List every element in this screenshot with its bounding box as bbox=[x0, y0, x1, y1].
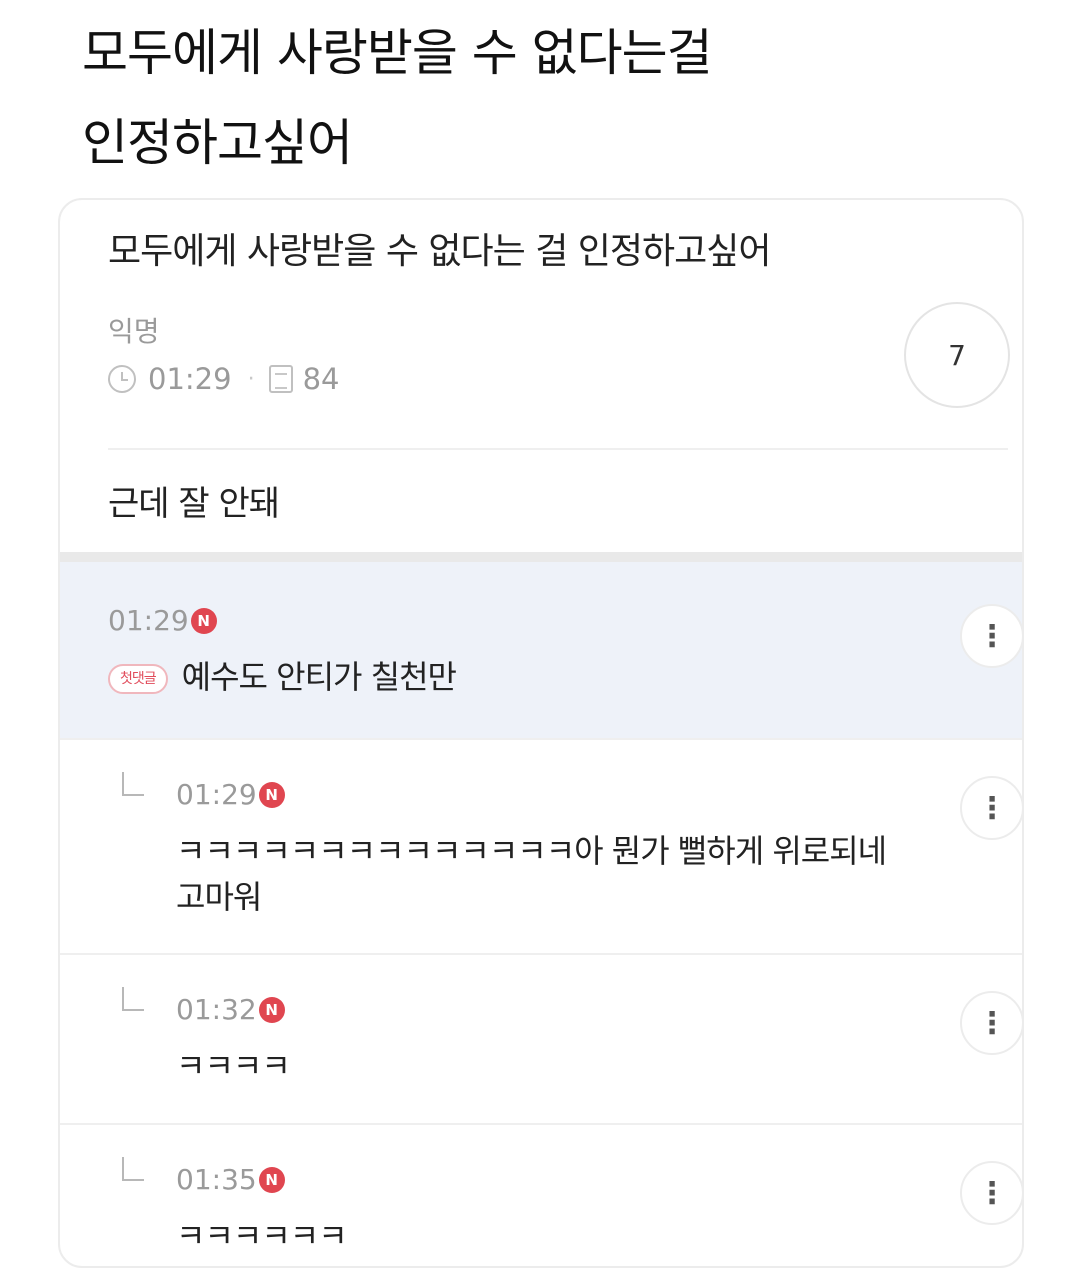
reply-time-row: 01:32 N bbox=[176, 993, 285, 1026]
new-badge: N bbox=[258, 996, 285, 1023]
caption-line-2: 인정하고싶어 bbox=[82, 114, 353, 172]
reply-time-row: 01:35 N bbox=[176, 1163, 285, 1196]
reply-text: ㅋㅋㅋㅋㅋㅋ bbox=[176, 1217, 348, 1255]
comment-text: 예수도 안티가 칠천만 bbox=[181, 658, 457, 696]
document-icon bbox=[268, 365, 293, 393]
reply-arrow-icon bbox=[122, 772, 144, 796]
post-time: 01:29 bbox=[148, 362, 232, 396]
comment-item: 01:29 N 첫댓글 예수도 안티가 칠천만 ⋮ bbox=[60, 562, 1022, 740]
post-title: 모두에게 사랑받을 수 없다는 걸 인정하고싶어 bbox=[108, 231, 771, 272]
comment-count-button[interactable]: 7 bbox=[904, 302, 1010, 408]
more-vertical-icon[interactable]: ⋮ bbox=[960, 1161, 1022, 1225]
reply-arrow-icon bbox=[122, 987, 144, 1011]
meta-separator: · bbox=[247, 366, 255, 392]
reply-item: 01:35 N ㅋㅋㅋㅋㅋㅋ ⋮ bbox=[60, 1125, 1022, 1266]
new-badge: N bbox=[190, 607, 217, 634]
reply-time: 01:32 bbox=[176, 993, 257, 1026]
new-badge: N bbox=[258, 1166, 285, 1193]
comment-time-row: 01:29 N bbox=[108, 604, 217, 637]
caption: 모두에게 사랑받을 수 없다는걸 인정하고싶어 bbox=[82, 8, 1002, 188]
reply-text: ㅋㅋㅋㅋㅋㅋㅋㅋㅋㅋㅋㅋㅋㅋ아 뭔가 뻘하게 위로되네 고마워 bbox=[176, 828, 887, 920]
reply-text: ㅋㅋㅋㅋ bbox=[176, 1047, 291, 1085]
comment-time: 01:29 bbox=[108, 604, 189, 637]
new-badge: N bbox=[258, 781, 285, 808]
post-body: 근데 잘 안돼 bbox=[108, 484, 280, 524]
post-card: 모두에게 사랑받을 수 없다는 걸 인정하고싶어 익명 01:29 · 84 7… bbox=[58, 198, 1024, 1268]
post-meta: 01:29 · 84 bbox=[108, 362, 339, 396]
post-author: 익명 bbox=[108, 315, 160, 348]
reply-item: 01:32 N ㅋㅋㅋㅋ ⋮ bbox=[60, 955, 1022, 1125]
divider bbox=[108, 448, 1008, 450]
more-vertical-icon[interactable]: ⋮ bbox=[960, 776, 1022, 840]
reply-text-line-2: 고마워 bbox=[176, 878, 262, 916]
more-vertical-icon[interactable]: ⋮ bbox=[960, 991, 1022, 1055]
post-views: 84 bbox=[302, 362, 340, 396]
caption-line-1: 모두에게 사랑받을 수 없다는걸 bbox=[82, 24, 713, 82]
reply-item: 01:29 N ㅋㅋㅋㅋㅋㅋㅋㅋㅋㅋㅋㅋㅋㅋ아 뭔가 뻘하게 위로되네 고마워 … bbox=[60, 740, 1022, 955]
reply-time-row: 01:29 N bbox=[176, 778, 285, 811]
reply-time: 01:29 bbox=[176, 778, 257, 811]
first-comment-tag: 첫댓글 bbox=[108, 664, 168, 694]
comment-content: 첫댓글 예수도 안티가 칠천만 bbox=[108, 654, 457, 700]
reply-arrow-icon bbox=[122, 1157, 144, 1181]
reply-text-line-1: ㅋㅋㅋㅋㅋㅋㅋㅋㅋㅋㅋㅋㅋㅋ아 뭔가 뻘하게 위로되네 bbox=[176, 832, 887, 870]
more-vertical-icon[interactable]: ⋮ bbox=[960, 604, 1022, 668]
post-header: 모두에게 사랑받을 수 없다는 걸 인정하고싶어 익명 01:29 · 84 7… bbox=[60, 200, 1022, 555]
clock-icon bbox=[108, 365, 136, 393]
section-divider bbox=[60, 552, 1022, 562]
reply-time: 01:35 bbox=[176, 1163, 257, 1196]
